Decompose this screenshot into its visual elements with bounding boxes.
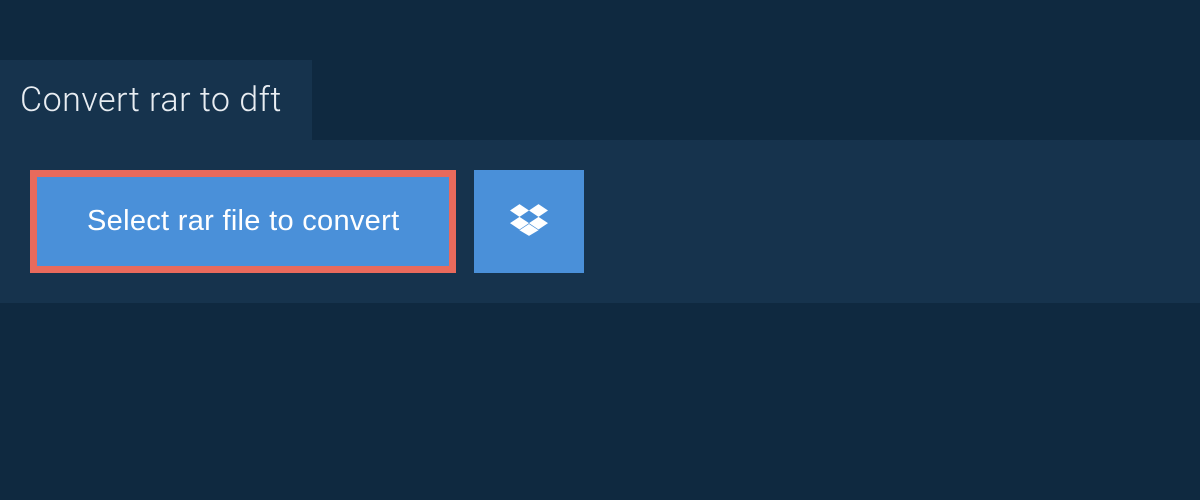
dropbox-icon [510,201,548,242]
select-file-button[interactable]: Select rar file to convert [30,170,456,273]
dropbox-button[interactable] [474,170,584,273]
button-row: Select rar file to convert [30,170,1170,273]
page-title: Convert rar to dft [20,80,282,120]
select-file-label: Select rar file to convert [87,205,399,238]
tab-header: Convert rar to dft [0,60,312,140]
convert-panel: Select rar file to convert [0,140,1200,303]
